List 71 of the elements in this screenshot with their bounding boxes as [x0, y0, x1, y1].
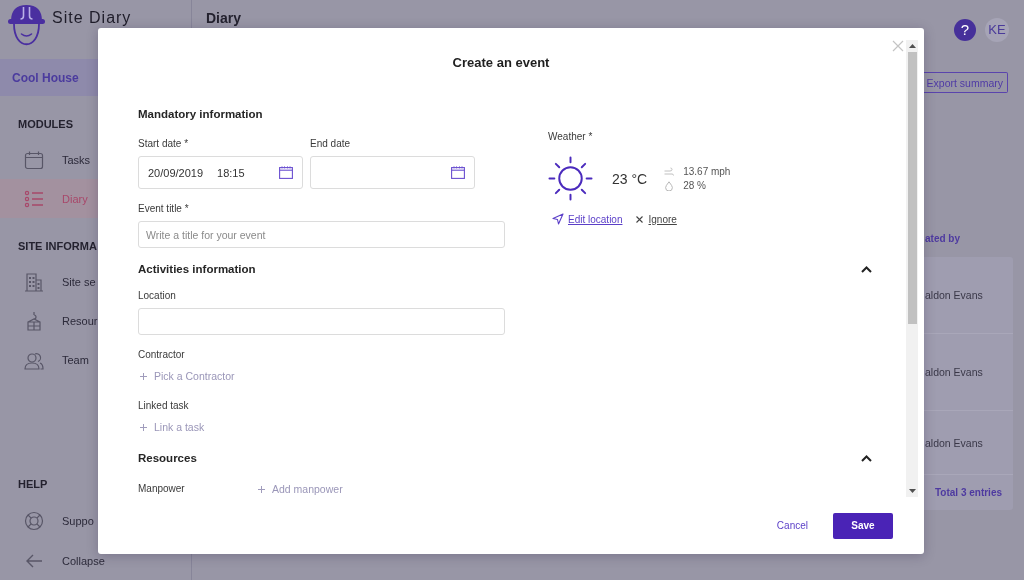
wind-speed: 13.67 mph [683, 166, 731, 177]
page-title: Diary [206, 10, 242, 26]
sidebar-item[interactable]: Resour [0, 301, 98, 340]
event-title-input[interactable]: Write a title for your event [138, 221, 505, 248]
start-date-field[interactable]: 20/09/2019 18:15 [138, 156, 303, 189]
collapse-button[interactable]: Collapse [0, 542, 191, 580]
table-cell: aldon Evans [925, 289, 983, 301]
dialog-title: Create an event [452, 54, 550, 72]
date-text: 20/09/2019 [148, 166, 204, 179]
plus-icon [140, 423, 147, 431]
section-heading: HELP [17, 477, 49, 491]
project-selector[interactable]: Cool House [0, 59, 98, 96]
sidebar-item[interactable]: Team [0, 340, 98, 379]
section-title: Activities information [138, 262, 256, 277]
column-header: ated by [924, 232, 961, 246]
down-arrow-icon [908, 489, 916, 493]
scrollbar-thumb[interactable] [907, 52, 917, 324]
calendar-icon [451, 166, 465, 179]
link-task-button[interactable]: Link a task [138, 420, 205, 434]
close-button[interactable] [892, 40, 904, 52]
calendar-icon [279, 166, 293, 179]
field-label: End date [310, 137, 351, 151]
chevron-up-icon[interactable] [861, 265, 872, 273]
chevron-up-icon[interactable] [861, 454, 872, 462]
wind-icon [664, 166, 675, 177]
section-heading: MODULES [17, 117, 74, 131]
scrollbar[interactable] [906, 40, 918, 497]
plus-icon [258, 485, 265, 493]
x-icon [636, 215, 644, 223]
list-icon [24, 188, 44, 209]
ignore-link[interactable]: Ignore [636, 213, 677, 225]
sun-icon [548, 156, 593, 201]
app-name: Site Diary [52, 9, 132, 27]
help-button[interactable]: ? [954, 19, 976, 41]
sidebar-item[interactable]: Site se [0, 262, 98, 301]
calendar-icon [24, 149, 44, 170]
section-title: Mandatory information [138, 107, 263, 122]
sidebar-item[interactable]: Tasks [0, 140, 98, 179]
table-cell: aldon Evans [925, 366, 983, 378]
up-arrow-icon [908, 44, 916, 48]
total-entries: Total 3 entries [934, 487, 1003, 498]
crane-box-icon [24, 310, 44, 331]
location-input[interactable] [138, 308, 505, 335]
field-label: Weather * [548, 130, 593, 144]
hard-hat-logo-icon [8, 3, 45, 47]
field-label: Event title * [138, 202, 189, 216]
field-label: Manpower [138, 482, 185, 496]
close-icon [892, 40, 904, 52]
user-avatar[interactable]: KE [985, 18, 1009, 42]
end-date-field[interactable] [310, 156, 475, 189]
temperature: 23 °C [612, 170, 648, 187]
edit-location-link[interactable]: Edit location [552, 213, 623, 225]
time-text: 18:15 [217, 166, 245, 179]
field-label: Linked task [138, 399, 189, 413]
field-label: Location [138, 289, 176, 303]
save-button[interactable]: Save [833, 512, 893, 539]
sidebar-item[interactable]: Suppo [0, 501, 98, 540]
section-heading: SITE INFORMA [17, 239, 98, 253]
table-cell: aldon Evans [925, 436, 983, 449]
cancel-button[interactable]: Cancel [766, 514, 818, 537]
drop-icon [664, 180, 675, 191]
building-icon [24, 271, 44, 292]
pick-contractor-button[interactable]: Pick a Contractor [138, 369, 235, 383]
navigation-arrow-icon [552, 213, 564, 225]
humidity: 28 % [683, 180, 706, 191]
field-label: Start date * [138, 137, 189, 151]
lifebuoy-icon [24, 510, 44, 531]
field-label: Contractor [138, 348, 185, 362]
plus-icon [140, 372, 147, 380]
add-manpower-button[interactable]: Add manpower [258, 482, 343, 496]
section-title: Resources [138, 451, 197, 466]
